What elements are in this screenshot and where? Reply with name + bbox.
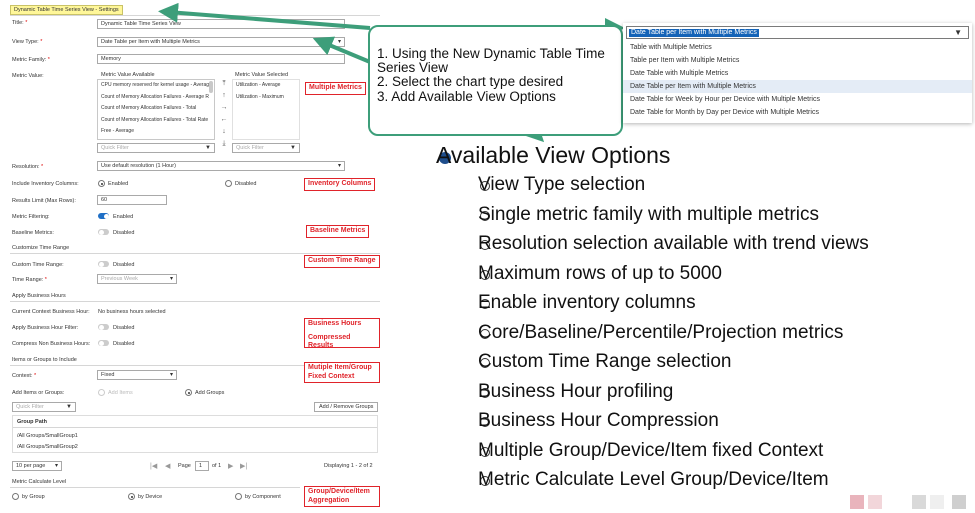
decorative-block <box>868 495 882 509</box>
callout-line: 2. Select the chart type desired <box>377 74 564 90</box>
bullet-item: Enable inventory columns <box>478 292 696 313</box>
bullet-heading: Available View Options <box>436 142 671 168</box>
arrow-to-title <box>158 2 371 30</box>
dropdown-option[interactable]: Date Table with Multiple Metrics <box>623 67 972 80</box>
bullet-item: Business Hour Compression <box>478 410 719 431</box>
chevron-down-icon[interactable]: ▼ <box>954 28 962 37</box>
dropdown-option[interactable]: Table per Item with Multiple Metrics <box>623 54 972 67</box>
dropdown-option[interactable]: Table with Multiple Metrics <box>623 41 972 54</box>
bullet-item: Custom Time Range selection <box>478 351 732 372</box>
bullet-item: View Type selection <box>478 174 646 195</box>
decorative-block <box>930 495 944 509</box>
instruction-callout: 1. Using the New Dynamic Table Time Seri… <box>368 25 623 136</box>
bullet-item: Metric Calculate Level Group/Device/Item <box>478 469 829 490</box>
dropdown-selected-value: Date Table per Item with Multiple Metric… <box>629 28 759 37</box>
bullet-item: Resolution selection available with tren… <box>478 233 869 254</box>
callout-line: 1. Using the New Dynamic Table Time <box>377 46 605 61</box>
dropdown-selected-field[interactable]: Date Table per Item with Multiple Metric… <box>626 26 969 39</box>
decorative-block <box>850 495 864 509</box>
decorative-block <box>912 495 926 509</box>
dropdown-option[interactable]: Date Table for Month by Day per Device w… <box>623 106 972 119</box>
bullet-item: Maximum rows of up to 5000 <box>478 263 722 284</box>
view-type-dropdown[interactable]: Date Table per Item with Multiple Metric… <box>623 23 972 123</box>
decorative-block <box>952 495 966 509</box>
callout-line: Series View <box>377 60 449 76</box>
bullet-item: Single metric family with multiple metri… <box>478 204 820 225</box>
bullet-item: Core/Baseline/Percentile/Projection metr… <box>478 322 844 343</box>
bullet-item: Multiple Group/Device/Item fixed Context <box>478 440 824 461</box>
dropdown-option[interactable]: Date Table for Week by Hour per Device w… <box>623 93 972 106</box>
callout-line: 3. Add Available View Options <box>377 88 556 104</box>
dropdown-option[interactable]: Date Table per Item with Multiple Metric… <box>623 80 972 93</box>
arrow-to-view-type <box>312 36 371 64</box>
bullet-item: Business Hour profiling <box>478 381 674 402</box>
